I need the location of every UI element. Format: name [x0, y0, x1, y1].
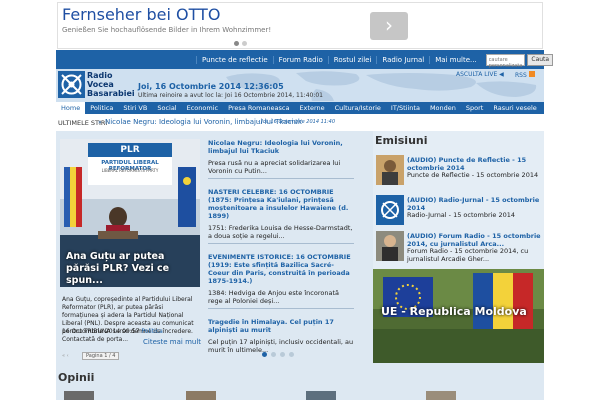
main-menu: Home Politica Stiri VB Social Economic P…	[56, 102, 544, 114]
last-update: Ultima reinoire a avut loc la: Joi 16 Oc…	[138, 92, 323, 99]
news-title-link[interactable]: EVENIMENTE ISTORICE: 16 OCTOMBRIE (1919:…	[208, 253, 354, 285]
show-title-link[interactable]: (AUDIO) Radio-Jurnal - 15 octombrie 2014	[407, 196, 541, 212]
menu-externe[interactable]: Externe	[294, 102, 329, 114]
ad-next-button[interactable]: ›	[370, 12, 408, 40]
banner-plr: PLR	[120, 145, 140, 155]
news-list: Nicolae Negru: Ideologia lui Voronin, li…	[208, 139, 354, 363]
search-button[interactable]: Cauta	[527, 53, 554, 66]
featured-date: 16 Octombrie 2014 09:57	[62, 328, 140, 335]
photo-caption: UE - Republica Moldova	[381, 305, 527, 318]
read-more-link[interactable]: Citeste mai mult	[143, 338, 201, 346]
site-header: Radio Vocea Basarabiei Joi, 16 Octombrie…	[56, 69, 544, 102]
list-item: (AUDIO) Radio-Jurnal - 15 octombrie 2014…	[376, 195, 541, 231]
show-thumbnail[interactable]	[376, 155, 404, 185]
opinii-title: Opinii	[58, 371, 95, 384]
topnav-radio-jurnal[interactable]: Radio Jurnal	[376, 55, 429, 64]
pager-page-indicator: Pagina 1 / 4	[82, 352, 120, 360]
list-item: NASTERI CELEBRE: 16 OCTOMBRIE (1875: Pri…	[208, 188, 354, 244]
pager-dots[interactable]	[262, 352, 298, 359]
rss-link[interactable]: RSS	[515, 71, 535, 79]
featured-category-link[interactable]: Politica	[141, 328, 162, 335]
news-summary: 1751: Frederika Louisa de Hesse-Darmstad…	[208, 224, 353, 240]
featured-summary: Ana Guțu, copreședinte al Partidului Lib…	[62, 296, 194, 343]
divider	[208, 308, 354, 309]
news-summary: 1384: Hedviga de Anjou este încoronată r…	[208, 289, 339, 305]
featured-headline[interactable]: Ana Guțu ar putea părăsi PLR? Vezi ce sp…	[66, 251, 200, 287]
ue-moldova-photo[interactable]: UE - Republica Moldova	[373, 269, 544, 363]
slider-pager: « ‹ Pagina 1 / 4	[60, 351, 356, 361]
search-input[interactable]: cautare personalizata	[485, 53, 526, 69]
topnav-rostul-zilei[interactable]: Rostul zilei	[327, 55, 377, 64]
topnav-forum-radio[interactable]: Forum Radio	[272, 55, 328, 64]
ad-title[interactable]: Fernseher bei OTTO	[62, 5, 220, 24]
top-nav: Puncte de reflectie Forum Radio Rostul z…	[56, 50, 554, 69]
news-title-link[interactable]: NASTERI CELEBRE: 16 OCTOMBRIE (1875: Pri…	[208, 188, 354, 220]
show-thumbnail[interactable]	[376, 195, 404, 225]
menu-sport[interactable]: Sport	[461, 102, 488, 114]
ad-text: Genießen Sie hochauflösende Bilder in Ih…	[62, 26, 272, 34]
menu-presa-romaneasca[interactable]: Presa Romaneasca	[223, 102, 294, 114]
list-item: Nicolae Negru: Ideologia lui Voronin, li…	[208, 139, 354, 179]
ticker-arrow-icon: »	[98, 119, 102, 126]
news-summary: Presa rusă nu a apreciat solidarizarea l…	[208, 159, 341, 175]
menu-home[interactable]: Home	[56, 102, 86, 114]
pager-prev-arrows[interactable]: « ‹	[62, 353, 69, 359]
list-item: EVENIMENTE ISTORICE: 16 OCTOMBRIE (1919:…	[208, 253, 354, 309]
topnav-mai-multe[interactable]: Mai multe...	[429, 55, 481, 64]
topnav-puncte-de-reflectie[interactable]: Puncte de reflectie	[196, 55, 273, 64]
emisiuni-title: Emisiuni	[375, 134, 428, 147]
rss-icon	[528, 71, 535, 77]
list-item: (AUDIO) Forum Radio - 15 octombrie 2014,…	[376, 231, 541, 267]
speaker-icon: ◀	[499, 71, 504, 78]
show-subtitle: Puncte de Reflectie - 15 octombrie 2014	[407, 171, 539, 179]
list-item: (AUDIO) Puncte de Reflectie - 15 octombr…	[376, 155, 541, 191]
show-title-link[interactable]: (AUDIO) Puncte de Reflectie - 15 octombr…	[407, 156, 541, 172]
banner-party-sub: LIBERAL REFORMISTS PARTY	[101, 168, 159, 173]
featured-meta: 16 Octombrie 2014 09:57 Politica	[62, 328, 163, 335]
divider	[208, 243, 354, 244]
emisiuni-panel: Emisiuni (AUDIO) Puncte de Reflectie - 1…	[373, 131, 544, 363]
menu-rasuri-vesele[interactable]: Rasuri vesele	[488, 102, 541, 114]
menu-social[interactable]: Social	[152, 102, 181, 114]
ad-pagination	[234, 40, 250, 48]
ad-banner[interactable]: Fernseher bei OTTO Genießen Sie hochaufl…	[57, 2, 543, 49]
ticker-date: - Joi, 16 Octombrie 2014 11:40	[258, 119, 336, 125]
opinii-thumbnails[interactable]	[56, 389, 544, 400]
news-ticker: ULTIMELE STIRI » Nicolae Negru: Ideologi…	[56, 117, 544, 128]
radio-logo-icon[interactable]	[58, 71, 85, 98]
divider	[208, 178, 354, 179]
listen-live-link[interactable]: ASCULTA LIVE ◀	[456, 71, 504, 78]
menu-politica[interactable]: Politica	[85, 102, 118, 114]
content-area: PLR PARTIDUL LIBERAL REFORMATOR LIBERAL …	[56, 131, 544, 400]
show-subtitle: Radio-Jurnal - 15 octombrie 2014	[407, 211, 516, 219]
news-title-link[interactable]: Tragedie în Himalaya. Cel puțin 17 alpin…	[208, 318, 354, 334]
menu-monden[interactable]: Monden	[425, 102, 461, 114]
menu-economic[interactable]: Economic	[182, 102, 223, 114]
featured-image[interactable]: PLR PARTIDUL LIBERAL REFORMATOR LIBERAL …	[60, 139, 200, 287]
menu-stiri-vb[interactable]: Stiri VB	[118, 102, 152, 114]
show-subtitle: Forum Radio - 15 octombrie 2014, cu jurn…	[407, 247, 529, 263]
news-title-link[interactable]: Nicolae Negru: Ideologia lui Voronin, li…	[208, 139, 354, 155]
show-thumbnail[interactable]	[376, 231, 404, 261]
list-item: Tragedie în Himalaya. Cel puțin 17 alpin…	[208, 318, 354, 354]
current-date: Joi, 16 Octombrie 2014 12:36:05	[138, 82, 284, 91]
menu-cultura-istorie[interactable]: Cultura/Istorie	[330, 102, 386, 114]
show-title-link[interactable]: (AUDIO) Forum Radio - 15 octombrie 2014,…	[407, 232, 541, 248]
site-logo-text[interactable]: Radio Vocea Basarabiei	[87, 71, 135, 98]
menu-it-stiinta[interactable]: IT/Stiinta	[386, 102, 425, 114]
